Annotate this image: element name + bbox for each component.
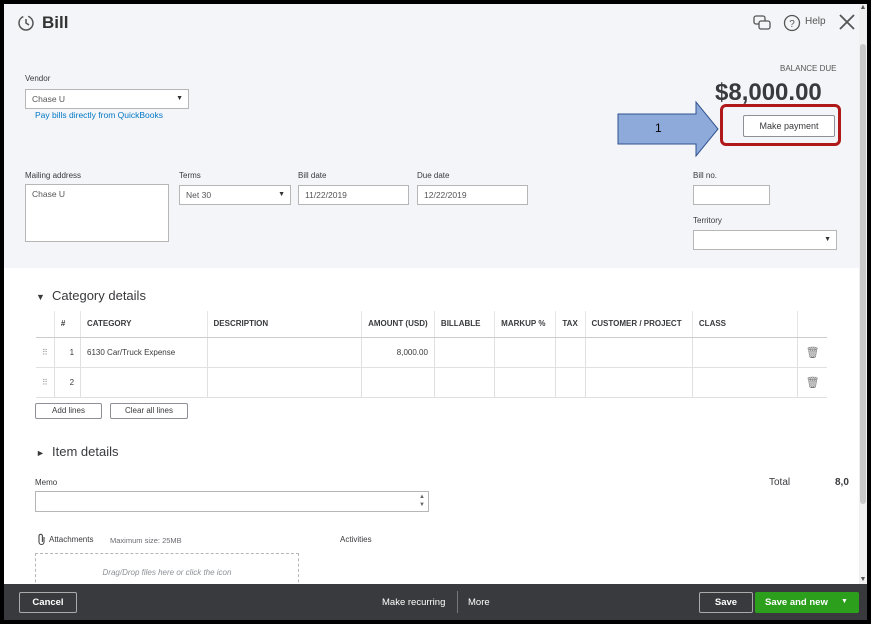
amount-cell[interactable]: 8,000.00 [361, 337, 435, 368]
category-cell[interactable]: 6130 Car/Truck Expense [80, 337, 208, 368]
chevron-down-icon[interactable]: ▼ [841, 598, 848, 605]
bill-date-label: Bill date [298, 171, 327, 180]
column-header-billable: BILLABLE [434, 311, 496, 338]
column-header-description: DESCRIPTION [207, 311, 363, 338]
pay-bills-link[interactable]: Pay bills directly from QuickBooks [35, 110, 163, 120]
vertical-scrollbar[interactable]: ▲ ▼ [859, 4, 867, 584]
add-lines-button[interactable]: Add lines [35, 403, 102, 419]
mailing-address-field[interactable]: Chase U [25, 184, 169, 242]
description-cell[interactable] [207, 367, 363, 398]
due-date-label: Due date [417, 171, 450, 180]
footer-bar: Cancel Make recurring More Save Save and… [4, 584, 867, 620]
billable-cell[interactable] [434, 367, 496, 398]
class-cell[interactable] [692, 367, 799, 398]
scroll-down-icon[interactable]: ▼ [859, 576, 867, 584]
trash-icon[interactable]: 🗑 [797, 367, 827, 398]
dropzone-text: Drag/Drop files here or click the icon [102, 568, 232, 577]
bill-window: Bill ? Help Vendor Chase U ▼ Pay bills d… [4, 4, 867, 620]
feedback-icon[interactable] [753, 14, 771, 32]
tax-cell[interactable] [555, 367, 586, 398]
customer-project-cell[interactable] [585, 337, 693, 368]
trash-icon[interactable]: 🗑 [797, 337, 827, 368]
column-header-class: CLASS [692, 311, 799, 338]
category-cell[interactable] [80, 367, 208, 398]
max-size-text: Maximum size: 25MB [110, 536, 182, 545]
memo-label: Memo [35, 478, 58, 487]
table-row[interactable]: ⠿ 1 6130 Car/Truck Expense 8,000.00 🗑 [36, 337, 827, 368]
terms-label: Terms [179, 171, 201, 180]
cancel-button[interactable]: Cancel [19, 592, 77, 613]
bill-no-field[interactable] [693, 185, 770, 205]
balance-due-amount: $8,000.00 [715, 79, 822, 106]
chevron-down-icon: ▼ [824, 236, 831, 243]
svg-text:?: ? [789, 19, 795, 30]
chevron-down-icon: ▼ [278, 191, 285, 198]
save-and-new-button[interactable]: Save and new [765, 597, 828, 608]
total-label: Total [769, 477, 791, 488]
description-cell[interactable] [207, 337, 363, 368]
annotation-step-number: 1 [655, 121, 662, 135]
make-recurring-button[interactable]: Make recurring [382, 597, 445, 608]
vendor-select[interactable]: Chase U ▼ [25, 89, 189, 109]
expand-triangle-icon[interactable]: ► [36, 448, 45, 458]
column-header-amount: AMOUNT (USD) [361, 311, 435, 338]
spinner-icon[interactable]: ▲ ▼ [419, 493, 425, 509]
column-header-markup: MARKUP % [494, 311, 557, 338]
save-and-new-split-button[interactable]: Save and new ▼ [755, 592, 859, 613]
territory-label: Territory [693, 216, 722, 225]
help-icon[interactable]: ? [783, 14, 801, 32]
markup-cell[interactable] [494, 367, 557, 398]
help-label[interactable]: Help [805, 16, 826, 27]
drag-handle-icon[interactable]: ⠿ [36, 367, 55, 398]
row-number: 1 [54, 337, 82, 368]
bill-date-field[interactable]: 11/22/2019 [298, 185, 409, 205]
class-cell[interactable] [692, 337, 799, 368]
column-header-customer-project: CUSTOMER / PROJECT [585, 311, 693, 338]
mailing-address-label: Mailing address [25, 171, 82, 180]
column-header-tax: TAX [555, 311, 586, 338]
territory-select[interactable]: ▼ [693, 230, 837, 250]
recent-transactions-icon[interactable] [17, 14, 35, 32]
collapse-triangle-icon[interactable]: ▼ [36, 292, 45, 302]
category-table: # CATEGORY DESCRIPTION AMOUNT (USD) BILL… [36, 311, 827, 398]
footer-divider [457, 591, 458, 613]
total-value: 8,0 [835, 477, 849, 488]
close-icon[interactable] [837, 12, 857, 32]
billable-cell[interactable] [434, 337, 496, 368]
customer-project-cell[interactable] [585, 367, 693, 398]
tax-cell[interactable] [555, 337, 586, 368]
memo-field[interactable]: ▲ ▼ [35, 491, 429, 512]
amount-cell[interactable] [361, 367, 435, 398]
markup-cell[interactable] [494, 337, 557, 368]
column-header-category: CATEGORY [80, 311, 208, 338]
scroll-up-icon[interactable]: ▲ [859, 4, 867, 12]
row-number: 2 [54, 367, 82, 398]
drag-column-header [36, 311, 55, 338]
save-button[interactable]: Save [699, 592, 753, 613]
clear-all-lines-button[interactable]: Clear all lines [110, 403, 188, 419]
chevron-down-icon: ▼ [176, 95, 183, 102]
attachments-label: Attachments [49, 535, 94, 544]
paperclip-icon[interactable] [37, 533, 47, 546]
more-button[interactable]: More [468, 597, 490, 608]
scrollbar-thumb[interactable] [860, 44, 866, 504]
bill-no-label: Bill no. [693, 171, 718, 180]
annotation-arrow [617, 100, 719, 158]
activities-label: Activities [340, 535, 372, 544]
vendor-label: Vendor [25, 74, 51, 83]
category-details-title[interactable]: Category details [52, 288, 146, 303]
terms-value: Net 30 [186, 190, 212, 200]
table-header-row: # CATEGORY DESCRIPTION AMOUNT (USD) BILL… [36, 311, 827, 338]
terms-select[interactable]: Net 30 ▼ [179, 185, 291, 205]
item-details-title[interactable]: Item details [52, 444, 118, 459]
delete-column-header [797, 311, 827, 338]
page-title: Bill [42, 13, 69, 32]
table-row[interactable]: ⠿ 2 🗑 [36, 367, 827, 398]
vendor-value: Chase U [32, 94, 66, 104]
due-date-field[interactable]: 12/22/2019 [417, 185, 528, 205]
balance-due-label: BALANCE DUE [780, 64, 837, 73]
make-payment-button[interactable]: Make payment [743, 115, 835, 137]
drag-handle-icon[interactable]: ⠿ [36, 337, 55, 368]
column-header-number: # [54, 311, 82, 338]
